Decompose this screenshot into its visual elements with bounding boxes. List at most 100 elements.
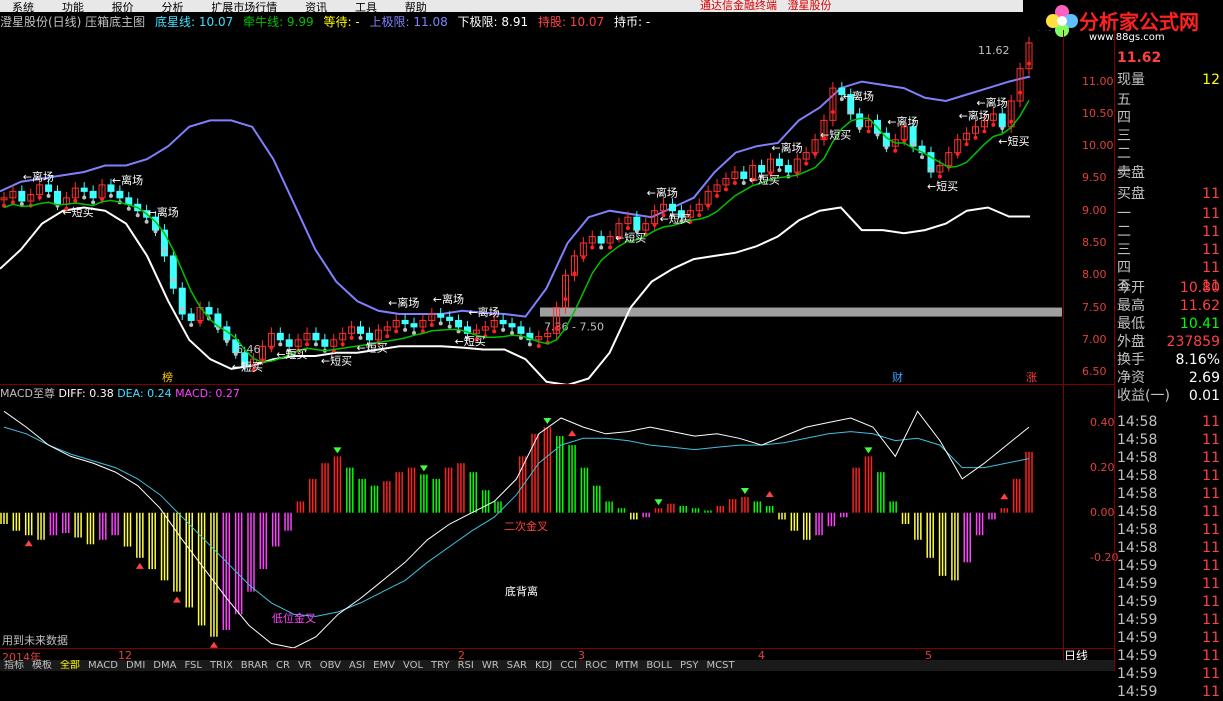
quote-label: 14:59 (1117, 558, 1158, 574)
indicator-tab[interactable]: CR (272, 660, 294, 671)
trend-dot (625, 226, 630, 231)
quote-value: 11 (1202, 432, 1220, 448)
candle (89, 190, 97, 199)
menu-tools[interactable]: 工具 (343, 2, 389, 13)
trade-tick: 14:58 11 (1117, 522, 1222, 539)
short-buy-label: ←短买 (927, 179, 958, 193)
indicator-tab[interactable]: MCST (703, 660, 739, 671)
trend-dot (385, 334, 390, 339)
indicator-tab[interactable]: DMI (122, 660, 149, 671)
quote-label: 二 (1117, 146, 1131, 162)
trend-dot (510, 331, 515, 336)
trend-dot (198, 319, 203, 324)
menu-extended-market[interactable]: 扩展市场行情 (199, 2, 289, 13)
candle (856, 113, 864, 128)
indicator-tab[interactable]: 全部 (56, 660, 84, 671)
trend-dot (1009, 119, 1014, 124)
indicator-tab[interactable]: KDJ (531, 660, 556, 671)
menu-help[interactable]: 帮助 (393, 2, 439, 13)
candle (998, 113, 1006, 128)
trend-dot (982, 129, 987, 134)
range-band (540, 307, 1062, 317)
quote-value: 11 (1202, 612, 1220, 628)
indicator-tab[interactable]: CCI (556, 660, 581, 671)
indicator-tab[interactable]: TRY (427, 660, 454, 671)
trend-dot (554, 326, 559, 331)
price-chart[interactable]: 7.36 - 7.50←离场 ←离场←离场←离场 ←离场←离场←离场←离场←离场←离… (0, 30, 1062, 385)
trend-dot (937, 174, 942, 179)
short-buy-label: ←短买 (660, 211, 691, 225)
short-buy-label: ←短买 (357, 340, 388, 354)
quote-label: 14:59 (1117, 594, 1158, 610)
buy-level: 四 11 (1117, 260, 1222, 277)
quote-value: 11 (1202, 666, 1220, 682)
indicator-tab[interactable]: SAR (503, 660, 531, 671)
leave-label: ←离场 (1021, 30, 1052, 32)
candle (758, 165, 766, 173)
trade-tick: 14:58 11 (1117, 504, 1222, 521)
indicator-tab[interactable]: 指标 (0, 660, 28, 671)
red-arrow-icon (24, 540, 33, 547)
candle (508, 323, 516, 328)
macd-chart[interactable]: 低位金叉 二次金叉底背离用到未来数据 (0, 400, 1062, 648)
row-volume: 现量 12 (1117, 72, 1222, 89)
trend-dot (964, 142, 969, 147)
indicator-tab[interactable]: MACD (84, 660, 122, 671)
indicator-tab[interactable]: 模板 (28, 660, 56, 671)
menu-analysis[interactable]: 分析 (149, 2, 195, 13)
buy-level: 一 11 (1117, 206, 1222, 223)
candle (499, 319, 507, 325)
indicator-tab[interactable]: EMV (369, 660, 399, 671)
indicator-tab[interactable]: DMA (149, 660, 180, 671)
quote-label: 14:59 (1117, 576, 1158, 592)
indicator-tab[interactable]: TRIX (206, 660, 237, 671)
indicator-tab[interactable]: RSI (454, 660, 478, 671)
indicator-tab[interactable]: WR (478, 660, 503, 671)
price-tick: 6.50 (1082, 365, 1107, 379)
price-tick: 10.00 (1082, 139, 1114, 153)
candle (740, 171, 748, 179)
period-label[interactable]: 日线 (1064, 647, 1114, 663)
indicator-tab[interactable]: VOL (399, 660, 427, 671)
menu-quote[interactable]: 报价 (100, 2, 146, 13)
indicator-tab[interactable]: ASI (345, 660, 369, 671)
trade-tick: 14:59 11 (1117, 684, 1222, 701)
trend-dot (501, 327, 506, 332)
indicator-tab[interactable]: PSY (676, 660, 703, 671)
indicator-tab[interactable]: FSL (180, 660, 206, 671)
trend-dot (349, 335, 354, 340)
quote-label: 14:58 (1117, 504, 1158, 520)
trade-tick: 14:59 11 (1117, 558, 1222, 575)
upper-limit-line (0, 75, 1031, 318)
indicator-tab[interactable]: BOLL (642, 660, 676, 671)
quote-label: 14:58 (1117, 486, 1158, 502)
quote-label: 14:59 (1117, 630, 1158, 646)
short-buy-label: ←短买 (998, 134, 1029, 148)
quote-label: 买盘 (1117, 186, 1145, 202)
quote-value: 2.69 (1188, 370, 1220, 386)
quote-value: 10.80 (1179, 280, 1220, 296)
indicator-tab[interactable]: ROC (581, 660, 611, 671)
price-tick: 10.50 (1082, 106, 1114, 120)
menu-system[interactable]: 系统 (0, 2, 46, 13)
indicator-tab[interactable]: BRAR (237, 660, 272, 671)
candle (437, 313, 445, 318)
macd-y-axis: 0.40 0.20 0.00 -0.20 (1064, 400, 1118, 648)
indicator-tab[interactable]: OBV (316, 660, 345, 671)
leave-label: ←离场 (771, 141, 802, 155)
price-tick: 8.50 (1082, 236, 1107, 249)
event-label-bang: 榜 (162, 370, 173, 384)
menu-function[interactable]: 功能 (50, 2, 96, 13)
trend-dot (991, 122, 996, 127)
trend-dot (278, 342, 283, 347)
indicator-tab[interactable]: VR (294, 660, 316, 671)
candle (53, 190, 61, 205)
info-ox-line: 牵牛线: 9.99 (243, 15, 314, 29)
macd-dea: DEA: 0.24 (117, 387, 172, 400)
quote-label: 今开 (1117, 280, 1145, 296)
event-label-zhang: 涨 (1026, 371, 1037, 384)
sell-level: 二 (1117, 146, 1222, 163)
quote-label: 现量 (1117, 72, 1145, 88)
indicator-tab[interactable]: MTM (611, 660, 642, 671)
menu-news[interactable]: 资讯 (293, 2, 339, 13)
